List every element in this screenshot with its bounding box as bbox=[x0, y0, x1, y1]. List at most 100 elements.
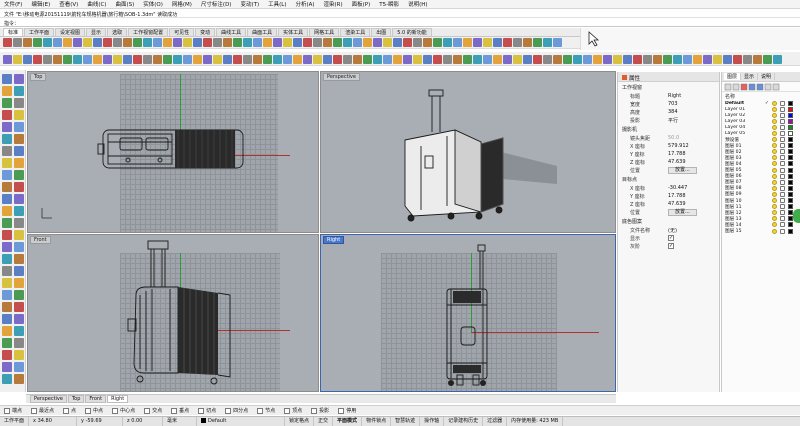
main-tool-icon[interactable] bbox=[663, 55, 672, 64]
main-tool-icon[interactable] bbox=[633, 55, 642, 64]
main-tool-icon[interactable] bbox=[43, 55, 52, 64]
osnap-checkbox[interactable] bbox=[144, 407, 151, 414]
osnap-item[interactable]: 最近点 bbox=[31, 407, 54, 414]
lightbulb-icon[interactable] bbox=[772, 185, 777, 191]
std-tool-icon[interactable] bbox=[333, 38, 342, 47]
main-tool-icon[interactable] bbox=[233, 55, 242, 64]
menu-item-8[interactable]: 变动(T) bbox=[240, 0, 259, 8]
osnap-item[interactable]: 点 bbox=[63, 407, 76, 414]
std-tool-icon[interactable] bbox=[283, 38, 292, 47]
layer-row[interactable]: Default ✓ bbox=[722, 100, 800, 106]
viewport-prop-value[interactable]: 384 bbox=[668, 109, 719, 115]
lock-icon[interactable] bbox=[780, 143, 785, 149]
osnap-item[interactable]: 中点 bbox=[85, 407, 103, 414]
layer-color-swatch[interactable] bbox=[788, 149, 793, 155]
layer-color-swatch[interactable] bbox=[788, 167, 793, 173]
lock-icon[interactable] bbox=[780, 228, 785, 234]
osnap-checkbox[interactable] bbox=[31, 407, 38, 414]
wallpaper-prop-value[interactable]: (无) bbox=[668, 227, 719, 234]
std-tool-icon[interactable] bbox=[73, 38, 82, 47]
main-tool-icon[interactable] bbox=[63, 55, 72, 64]
osnap-checkbox[interactable] bbox=[63, 407, 70, 414]
osnap-checkbox[interactable] bbox=[4, 407, 10, 414]
palette-tool-icon[interactable] bbox=[2, 146, 12, 156]
std-tool-icon[interactable] bbox=[513, 38, 522, 47]
main-tool-icon[interactable] bbox=[53, 55, 62, 64]
camera-prop-value[interactable]: 50.0 bbox=[668, 135, 719, 141]
lightbulb-icon[interactable] bbox=[772, 173, 777, 179]
main-tool-icon[interactable] bbox=[773, 55, 782, 64]
palette-tool-icon[interactable] bbox=[2, 326, 12, 336]
layer-color-swatch[interactable] bbox=[788, 112, 793, 118]
layers-tab-2[interactable]: 说明 bbox=[758, 73, 776, 80]
palette-tool-icon[interactable] bbox=[2, 182, 12, 192]
menu-item-0[interactable]: 文件(F) bbox=[4, 0, 22, 8]
toolbar-tab-5[interactable]: 工作视窗配置 bbox=[128, 28, 169, 36]
palette-tool-icon[interactable] bbox=[2, 374, 12, 384]
layer-color-swatch[interactable] bbox=[788, 161, 793, 167]
main-tool-icon[interactable] bbox=[13, 55, 22, 64]
palette-tool-icon[interactable] bbox=[2, 74, 12, 84]
menu-item-10[interactable]: 分析(A) bbox=[295, 0, 314, 8]
main-tool-icon[interactable] bbox=[313, 55, 322, 64]
viewport-tab-top[interactable]: Top bbox=[67, 395, 85, 403]
osnap-checkbox[interactable] bbox=[85, 407, 92, 414]
palette-tool-icon[interactable] bbox=[2, 110, 12, 120]
main-tool-icon[interactable] bbox=[583, 55, 592, 64]
main-tool-icon[interactable] bbox=[533, 55, 542, 64]
std-tool-icon[interactable] bbox=[323, 38, 332, 47]
layer-color-swatch[interactable] bbox=[788, 143, 793, 149]
std-tool-icon[interactable] bbox=[493, 38, 502, 47]
main-tool-icon[interactable] bbox=[243, 55, 252, 64]
lightbulb-icon[interactable] bbox=[772, 106, 777, 112]
std-tool-icon[interactable] bbox=[183, 38, 192, 47]
palette-tool-icon[interactable] bbox=[14, 194, 24, 204]
lightbulb-icon[interactable] bbox=[772, 191, 777, 197]
lock-icon[interactable] bbox=[780, 204, 785, 210]
menu-item-4[interactable]: 曲面(S) bbox=[115, 0, 134, 8]
viewport-prop-value[interactable]: 703 bbox=[668, 101, 719, 107]
main-tool-icon[interactable] bbox=[133, 55, 142, 64]
palette-tool-icon[interactable] bbox=[14, 338, 24, 348]
main-tool-icon[interactable] bbox=[363, 55, 372, 64]
palette-tool-icon[interactable] bbox=[2, 302, 12, 312]
main-tool-icon[interactable] bbox=[113, 55, 122, 64]
lightbulb-icon[interactable] bbox=[772, 167, 777, 173]
lock-icon[interactable] bbox=[780, 222, 785, 228]
toolbar-tab-7[interactable]: 变动 bbox=[195, 28, 216, 36]
menu-item-2[interactable]: 查看(V) bbox=[59, 0, 78, 8]
palette-tool-icon[interactable] bbox=[14, 206, 24, 216]
palette-tool-icon[interactable] bbox=[2, 122, 12, 132]
status-toggle[interactable]: 记录建构历史 bbox=[444, 416, 484, 426]
osnap-checkbox[interactable] bbox=[225, 407, 232, 414]
std-tool-icon[interactable] bbox=[503, 38, 512, 47]
status-toggle[interactable]: 平面模式 bbox=[333, 416, 363, 426]
toolbar-tab-6[interactable]: 可见性 bbox=[169, 28, 195, 36]
layer-color-swatch[interactable] bbox=[788, 118, 793, 124]
checkbox[interactable]: ✓ bbox=[668, 243, 674, 249]
main-tool-icon[interactable] bbox=[293, 55, 302, 64]
palette-tool-icon[interactable] bbox=[14, 74, 24, 84]
main-tool-icon[interactable] bbox=[723, 55, 732, 64]
main-tool-icon[interactable] bbox=[493, 55, 502, 64]
menu-item-13[interactable]: T5-瞬影 bbox=[379, 0, 399, 8]
palette-tool-icon[interactable] bbox=[14, 86, 24, 96]
toolbar-tab-13[interactable]: 出图 bbox=[371, 28, 392, 36]
main-tool-icon[interactable] bbox=[153, 55, 162, 64]
main-tool-icon[interactable] bbox=[623, 55, 632, 64]
std-tool-icon[interactable] bbox=[463, 38, 472, 47]
layer-row[interactable]: Layer 04 bbox=[722, 124, 800, 130]
palette-tool-icon[interactable] bbox=[14, 134, 24, 144]
toolbar-tab-8[interactable]: 曲线工具 bbox=[216, 28, 247, 36]
std-tool-icon[interactable] bbox=[443, 38, 452, 47]
palette-tool-icon[interactable] bbox=[2, 158, 12, 168]
main-tool-icon[interactable] bbox=[573, 55, 582, 64]
std-tool-icon[interactable] bbox=[293, 38, 302, 47]
menu-item-14[interactable]: 说明(H) bbox=[408, 0, 427, 8]
osnap-checkbox[interactable] bbox=[198, 407, 205, 414]
viewport-tab-front[interactable]: Front bbox=[85, 395, 107, 403]
std-tool-icon[interactable] bbox=[173, 38, 182, 47]
std-tool-icon[interactable] bbox=[43, 38, 52, 47]
osnap-item[interactable]: 投影 bbox=[311, 407, 329, 414]
std-tool-icon[interactable] bbox=[203, 38, 212, 47]
